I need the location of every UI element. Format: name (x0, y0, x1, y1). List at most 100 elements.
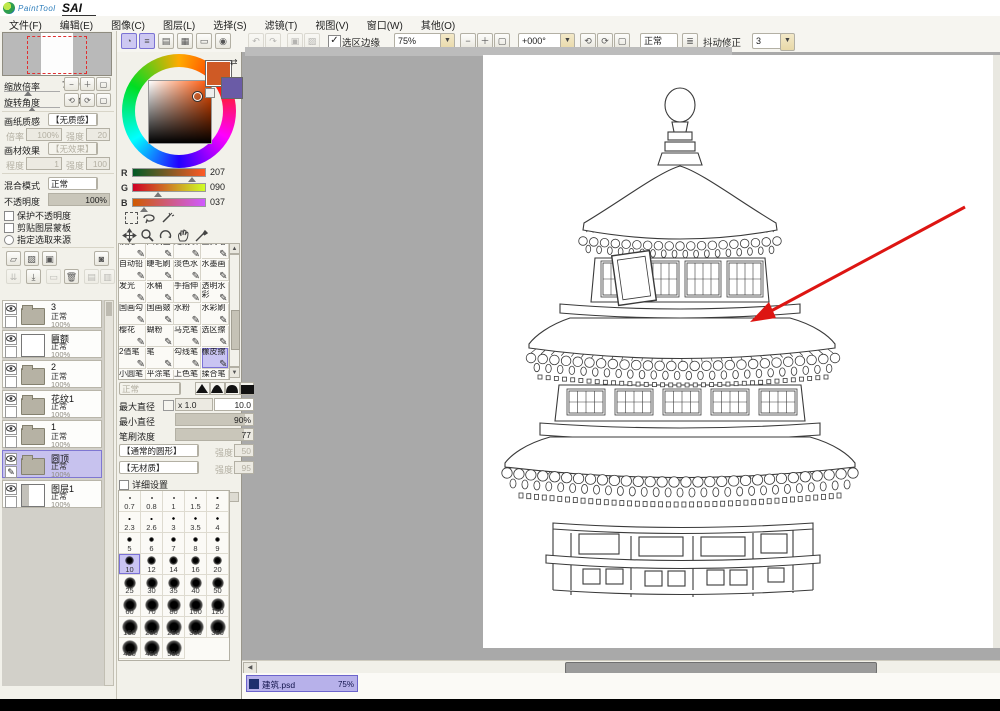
brush-size-250[interactable]: 250 (163, 617, 185, 638)
brush-edge-soft-button[interactable] (210, 382, 225, 395)
brush-size-0.8[interactable]: 0.8 (141, 491, 163, 512)
magic-wand-tool[interactable] (159, 211, 176, 227)
new-lineart-layer-button[interactable]: ▨ (24, 251, 39, 266)
eye-icon[interactable] (5, 453, 17, 465)
brush-国画勾[interactable]: 国画勾✎ (119, 304, 146, 325)
effect-level-slider[interactable]: 1 (26, 157, 62, 170)
blend-mode-arrow-icon[interactable]: ▼ (96, 177, 98, 190)
paper-texture-combo[interactable]: 【无质感】 ▼ (48, 113, 98, 126)
brush-横光[interactable]: 横光✎ (119, 243, 146, 259)
brush-size-9[interactable]: 9 (207, 533, 229, 554)
sv-cursor[interactable] (193, 92, 202, 101)
brush-scroll-down-button[interactable]: ▼ (229, 367, 240, 378)
brush-size-2[interactable]: 2 (207, 491, 229, 512)
brush-马克笔[interactable]: 马克笔✎ (174, 326, 201, 347)
swap-colors-icon[interactable]: ⇄ (230, 57, 238, 68)
new-folder-button[interactable]: ▣ (42, 251, 57, 266)
selection-source-radio[interactable]: 指定选取来源 (4, 233, 71, 246)
zoom-tool[interactable] (139, 228, 156, 244)
max-diameter-slider[interactable]: 10.0 (214, 398, 254, 411)
toggle-swatches-button[interactable]: ▦ (177, 33, 193, 49)
max-diameter-unit-button[interactable] (163, 400, 174, 411)
layer-extra-checkbox[interactable] (5, 406, 17, 418)
navigator-preview[interactable] (2, 32, 112, 76)
nav-zoom-reset-button[interactable]: ▢ (96, 77, 111, 91)
brush-size-5[interactable]: 5 (119, 533, 141, 554)
material-effect-arrow-icon[interactable]: ▼ (96, 142, 98, 155)
eye-icon[interactable] (5, 423, 17, 435)
layer-row-3[interactable]: 3正常100% (2, 300, 102, 328)
transfer-down-button[interactable]: ⇊ (6, 269, 21, 284)
horizontal-scrollbar[interactable]: ◀ (242, 660, 1000, 674)
layer-mask-button[interactable]: ◙ (94, 251, 109, 266)
layer-extra-checkbox[interactable] (5, 346, 17, 358)
brush-水墨画[interactable]: 水墨画✎ (202, 260, 229, 281)
delete-layer-button[interactable]: 🗑 (64, 269, 79, 284)
brush-睫毛刷[interactable]: 睫毛刷✎ (147, 260, 174, 281)
layer-row-1[interactable]: 1正常100% (2, 420, 102, 448)
layer-extra-checkbox[interactable] (5, 316, 17, 328)
min-diameter-slider[interactable]: 90% (175, 413, 254, 426)
texture-strength-slider[interactable]: 95 (234, 461, 254, 474)
brush-手指伸[interactable]: 手指伸✎ (174, 282, 201, 303)
stabilizer-combo-arrow-icon[interactable]: ▼ (780, 33, 795, 51)
brush-size-8[interactable]: 8 (185, 533, 207, 554)
brush-scrollbar[interactable] (229, 254, 240, 367)
eyedropper-tool[interactable] (193, 228, 210, 244)
saturation-value-square[interactable] (148, 80, 212, 144)
brush-size-120[interactable]: 120 (207, 596, 229, 617)
brush-size-12[interactable]: 12 (141, 554, 163, 575)
brush-size-160[interactable]: 160 (119, 617, 141, 638)
brush-size-0.7[interactable]: 0.7 (119, 491, 141, 512)
nav-rotate-cw-button[interactable]: ⟳ (80, 93, 95, 107)
brush-size-6[interactable]: 6 (141, 533, 163, 554)
brush-size-400[interactable]: 400 (119, 638, 141, 659)
brush-size-300[interactable]: 300 (185, 617, 207, 638)
brush-水彩刷[interactable]: 水彩刷✎ (202, 304, 229, 325)
eye-icon[interactable] (5, 333, 17, 345)
stabilizer-combo[interactable]: 3 ▼ (752, 33, 782, 49)
hand-tool[interactable] (175, 228, 192, 244)
brush-size-350[interactable]: 350 (207, 617, 229, 638)
brush-size-25[interactable]: 25 (119, 575, 141, 596)
brush-size-35[interactable]: 35 (163, 575, 185, 596)
mini-swap-icon[interactable] (205, 88, 215, 98)
nav-zoom-slider[interactable] (4, 91, 60, 92)
brush-size-70[interactable]: 70 (141, 596, 163, 617)
new-layer-button[interactable]: ▱ (6, 251, 21, 266)
material-effect-combo[interactable]: 【无效果】 ▼ (48, 142, 98, 155)
brush-勾线笔[interactable]: 勾线笔✎ (174, 348, 201, 369)
toggle-mixer-button[interactable]: ◉ (215, 33, 231, 49)
eye-icon[interactable] (5, 303, 17, 315)
brush-scrollbar-thumb[interactable] (231, 310, 240, 350)
max-diameter-mult[interactable]: x 1.0 (175, 398, 213, 411)
brush-edge-hard-button[interactable] (195, 382, 210, 395)
brush-size-2.6[interactable]: 2.6 (141, 512, 163, 533)
merge-down-button[interactable]: ⤓ (26, 269, 41, 284)
brush-入稿区[interactable]: 入稿区✎ (147, 243, 174, 259)
brush-size-3.5[interactable]: 3.5 (185, 512, 207, 533)
layer-row-2[interactable]: 2正常100% (2, 360, 102, 388)
layer-extra-checkbox[interactable] (5, 436, 17, 448)
layer-row-花纹1[interactable]: 花纹1正常100% (2, 390, 102, 418)
brush-蝴粉[interactable]: 蝴粉✎ (147, 326, 174, 347)
paper-scale-slider[interactable]: 100% (26, 128, 62, 141)
r-slider-marker[interactable] (188, 177, 196, 182)
blend-mode-combo[interactable]: 正常 ▼ (48, 177, 98, 190)
shape-strength-slider[interactable]: 50 (234, 444, 254, 457)
drawing-canvas[interactable] (483, 55, 993, 648)
layer-row-图层1[interactable]: 图层1正常100% (2, 480, 102, 508)
layers-scrollbar-thumb[interactable] (106, 302, 112, 316)
brush-选区擦[interactable]: 选区擦✎ (202, 326, 229, 347)
nav-rotate-reset-button[interactable]: ▢ (96, 93, 111, 107)
brush-平涂笔[interactable]: 平涂笔✎ (147, 370, 174, 380)
b-slider[interactable] (132, 198, 206, 207)
brush-笔[interactable]: 笔✎ (147, 348, 174, 369)
brush-2值笔[interactable]: 2值笔✎ (119, 348, 146, 369)
move-tool[interactable] (121, 228, 138, 244)
brush-透明水彩[interactable]: 透明水彩✎ (202, 282, 229, 303)
brush-texture-arrow-icon[interactable]: ▼ (197, 461, 199, 474)
layers-scrollbar[interactable] (104, 300, 114, 686)
brush-size-1[interactable]: 1 (163, 491, 185, 512)
brush-edge-dome-button[interactable] (225, 382, 240, 395)
